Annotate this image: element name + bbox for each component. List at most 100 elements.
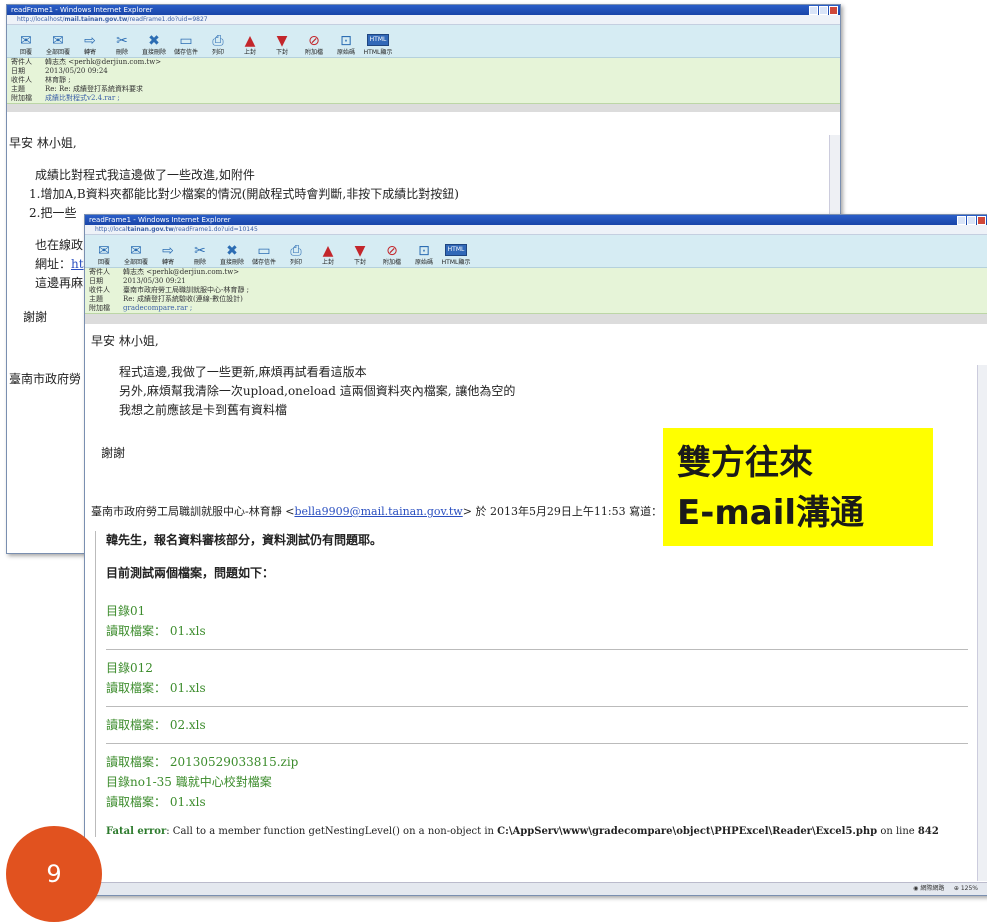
front-window-title: readFrame1 - Windows Internet Explorer [89,216,231,224]
toolbar-label: HTML顯示 [441,259,471,266]
toolbar-button[interactable]: ▭ 儲存信件 [249,243,279,267]
attachment-link[interactable]: gradecompare.rar ; [123,304,192,313]
back-greeting: 早安 林小姐, [9,136,77,150]
toolbar-icon: ✉ [20,33,32,49]
front-window-controls [957,216,986,225]
file-line: 讀取檔案： 01.xls [106,681,206,695]
front-header-divider [85,314,987,324]
toolbar-icon: ▲ [244,33,256,49]
maximize-button[interactable] [819,6,828,15]
quote-suffix: > 於 2013年5月29日上午11:53 寫道： [462,505,663,518]
minimize-button[interactable] [809,6,818,15]
toolbar-label: 轉寄 [161,259,174,266]
back-window-titlebar: readFrame1 - Windows Internet Explorer [7,5,840,15]
toolbar-icon: ▼ [276,33,288,49]
toolbar-label: 刪除 [193,259,206,266]
toolbar-label: 下封 [275,49,288,56]
back-body-line: 也在線政 [35,238,84,252]
toolbar-button[interactable]: ⊘ 附加檔 [377,243,407,267]
callout-line: E-mail溝通 [677,493,865,533]
toolbar-button[interactable]: ⊡ 原始碼 [331,33,361,57]
address-host: mail.tainan.gov.tw [64,16,128,23]
toolbar-button[interactable]: ⎙ 列印 [203,33,233,57]
address-prefix: http://localhost/ [17,16,65,23]
toolbar-icon: ⇨ [84,33,96,49]
to-value: 林育靜 ; [45,76,71,84]
front-mail-header: 寄件人 韓志杰 <perhk@derjiun.com.tw> 日期 2013/05/… [85,268,987,314]
fatal-error-message: Fatal error: Call to a member function g… [106,826,968,837]
address-path: /readFrame1.do?uid=9827 [127,16,208,23]
address-prefix: http://local [95,226,128,233]
toolbar-button[interactable]: ⎙ 列印 [281,243,311,267]
toolbar-button[interactable]: ✉ 回覆 [11,33,41,57]
folder-line: 目錄01 [106,604,146,618]
toolbar-icon: ▭ [179,33,193,49]
body-line: 我想之前應該是卡到舊有資料檔 [119,403,288,417]
back-mail-toolbar: ✉ 回覆 ✉ 全部回覆 ⇨ 轉寄 ✂ 刪除 ✖ 直接刪除 ▭ 儲存信件 ⎙ 列印 ▲ 上封 ▼ 下封 ⊘ 附加檔 ⊡ 原始… [7,25,840,58]
toolbar-button[interactable]: ▼ 下封 [345,243,375,267]
from-value: 韓志杰 <perhk@derjiun.com.tw> [123,268,240,276]
maximize-button[interactable] [967,216,976,225]
fatal-error-mid: on line [877,826,918,837]
slide-number-badge: 9 [6,826,102,922]
toolbar-button[interactable]: ✂ 刪除 [185,243,215,267]
subject-value: Re: Re: 成績登打系統資料要求 [45,85,143,93]
toolbar-button[interactable]: ✉ 全部回覆 [43,33,73,57]
toolbar-label: HTML顯示 [363,49,393,56]
toolbar-button[interactable]: ▼ 下封 [267,33,297,57]
toolbar-button[interactable]: HTML HTML顯示 [363,31,393,57]
address-host: tainan.gov.tw [127,226,174,233]
attachment-link[interactable]: 成績比對程式v2.4.rar ; [45,94,120,103]
back-thanks: 謝謝 [23,310,48,324]
folder-line: 目錄012 [106,661,153,675]
toolbar-icon: ✉ [130,243,142,259]
status-zone: 網際網路 [920,885,945,892]
toolbar-icon: HTML [444,244,468,256]
toolbar-button[interactable]: HTML HTML顯示 [441,241,471,267]
toolbar-button[interactable]: ⊡ 原始碼 [409,243,439,267]
toolbar-label: 刪除 [115,49,128,56]
quoted-message: 韓先生，報名資料審核部分，資料測試仍有問題耶。 目前測試兩個檔案，問題如下： 目… [95,531,968,837]
back-body-line: 成績比對程式我這邊做了一些改進,如附件 [35,168,255,182]
front-address-bar[interactable]: http://localtainan.gov.tw/readFrame1.do?… [85,225,987,235]
front-body-paragraph: 程式這邊,我做了一些更新,麻煩再試看看這版本 另外,麻煩幫我清除一次upload… [119,363,968,420]
toolbar-button[interactable]: ✉ 回覆 [89,243,119,267]
toolbar-icon: ⊡ [418,243,430,259]
minimize-button[interactable] [957,216,966,225]
quote-email-link[interactable]: bella9909@mail.tainan.gov.tw [294,505,462,518]
zoom-level[interactable]: 125% [961,885,978,892]
back-url-link[interactable]: ht [71,257,84,271]
toolbar-button[interactable]: ✉ 全部回覆 [121,243,151,267]
subject-label: 主題 [11,85,25,93]
toolbar-button[interactable]: ▲ 上封 [313,243,343,267]
toolbar-label: 附加檔 [382,259,401,266]
file-line: 讀取檔案： 02.xls [106,718,206,732]
toolbar-label: 轉寄 [83,49,96,56]
toolbar-label: 列印 [211,49,224,56]
toolbar-label: 下封 [353,259,366,266]
toolbar-button[interactable]: ⇨ 轉寄 [75,33,105,57]
front-status-bar: ◉ 網際網路 ⊕ 125% [85,882,987,895]
front-scrollbar[interactable] [977,365,987,881]
toolbar-icon: ✉ [98,243,110,259]
to-value: 臺南市政府勞工局職訓就服中心-林育靜 ; [123,286,249,294]
toolbar-icon: ▲ [322,243,334,259]
toolbar-label: 直接刪除 [141,49,166,56]
toolbar-button[interactable]: ✖ 直接刪除 [139,33,169,57]
toolbar-icon: ⎙ [290,243,302,259]
folder-line: 目錄no1-35 職就中心校對檔案 [106,775,272,789]
toolbar-button[interactable]: ▭ 儲存信件 [171,33,201,57]
toolbar-icon: ⊘ [308,33,320,49]
toolbar-icon: ✖ [226,243,238,259]
close-button[interactable] [829,6,838,15]
date-value: 2013/05/30 09:21 [123,277,186,285]
toolbar-button[interactable]: ⇨ 轉寄 [153,243,183,267]
back-body-line: 1.增加A,B資料夾都能比對少檔案的情況(開啟程式時會判斷,非按下成績比對按鈕) [29,187,459,201]
fatal-error-text: : Call to a member function getNestingLe… [166,826,498,837]
back-address-bar[interactable]: http://localhost/mail.tainan.gov.tw/read… [7,15,840,25]
toolbar-button[interactable]: ⊘ 附加檔 [299,33,329,57]
close-button[interactable] [977,216,986,225]
toolbar-button[interactable]: ▲ 上封 [235,33,265,57]
toolbar-button[interactable]: ✖ 直接刪除 [217,243,247,267]
toolbar-button[interactable]: ✂ 刪除 [107,33,137,57]
